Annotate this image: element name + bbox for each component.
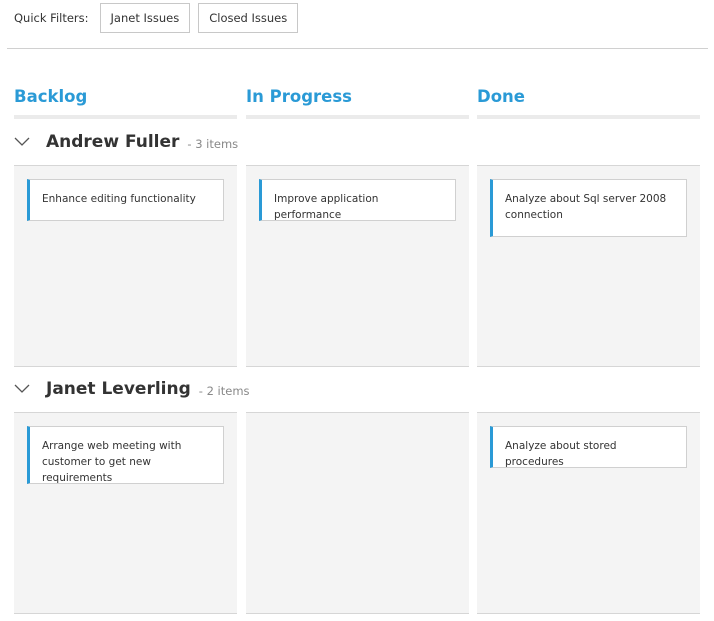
swimlane-item-count: - 3 items bbox=[187, 136, 239, 151]
cell-janet-in-progress bbox=[246, 412, 469, 614]
chevron-down-icon[interactable] bbox=[14, 381, 30, 397]
filter-closed-issues-button[interactable]: Closed Issues bbox=[198, 3, 299, 33]
swimlane-header-janet-leverling: Janet Leverling - 2 items bbox=[14, 374, 250, 404]
kanban-card[interactable]: Analyze about Sql server 2008 connection bbox=[490, 179, 687, 237]
kanban-card[interactable]: Improve application performance bbox=[259, 179, 456, 221]
swimlane-name: Janet Leverling bbox=[46, 379, 191, 399]
column-title: Backlog bbox=[14, 87, 88, 106]
column-header-in-progress: In Progress bbox=[246, 86, 469, 119]
column-header-bar bbox=[246, 115, 469, 119]
cell-janet-done: Analyze about stored procedures bbox=[477, 412, 700, 614]
swimlane-header-andrew-fuller: Andrew Fuller - 3 items bbox=[14, 127, 238, 157]
kanban-card[interactable]: Arrange web meeting with customer to get… bbox=[27, 426, 224, 484]
swimlane-name: Andrew Fuller bbox=[46, 132, 180, 152]
swimlane-item-count: - 2 items bbox=[198, 383, 250, 398]
cell-andrew-done: Analyze about Sql server 2008 connection bbox=[477, 165, 700, 367]
column-header-bar bbox=[477, 115, 700, 119]
cell-andrew-backlog: Enhance editing functionality bbox=[14, 165, 237, 367]
column-header-done: Done bbox=[477, 86, 700, 119]
kanban-card[interactable]: Enhance editing functionality bbox=[27, 179, 224, 221]
chevron-down-icon[interactable] bbox=[14, 134, 30, 150]
column-title: Done bbox=[477, 87, 525, 106]
kanban-card[interactable]: Analyze about stored procedures bbox=[490, 426, 687, 468]
toolbar-divider bbox=[7, 48, 708, 49]
filter-janet-issues-button[interactable]: Janet Issues bbox=[99, 3, 191, 33]
column-title: In Progress bbox=[246, 87, 352, 106]
quick-filters-label: Quick Filters: bbox=[14, 11, 89, 25]
cell-janet-backlog: Arrange web meeting with customer to get… bbox=[14, 412, 237, 614]
cell-andrew-in-progress: Improve application performance bbox=[246, 165, 469, 367]
column-header-backlog: Backlog bbox=[14, 86, 237, 119]
quick-filters: Quick Filters: Janet Issues Closed Issue… bbox=[14, 2, 306, 34]
column-header-bar bbox=[14, 115, 237, 119]
